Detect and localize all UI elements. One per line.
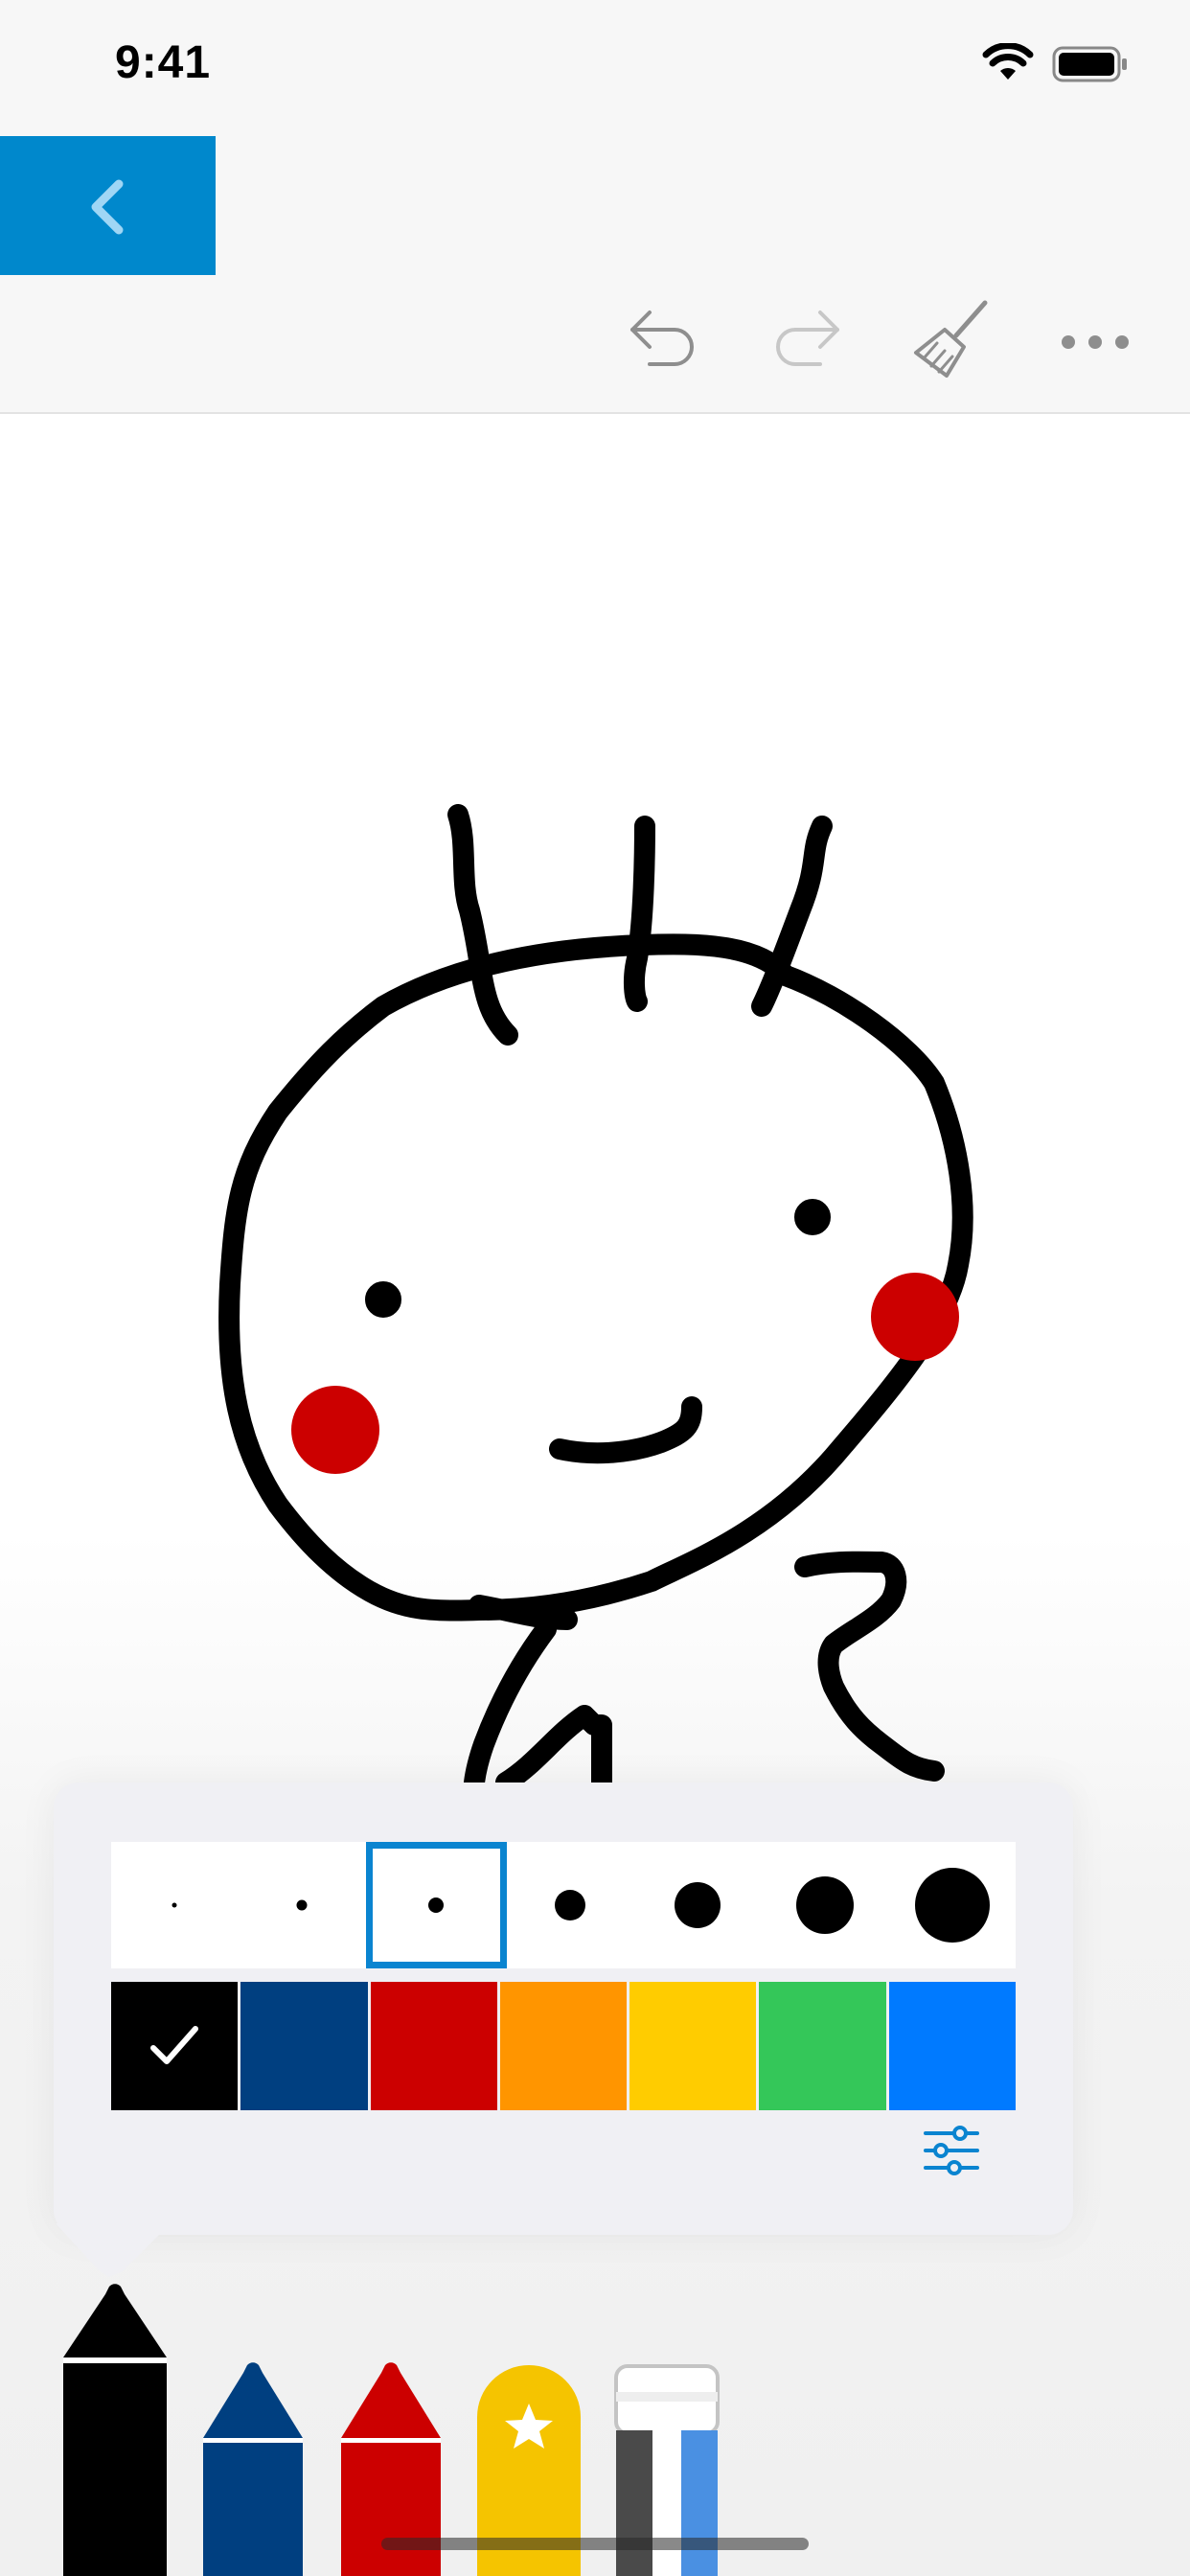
color-swatch-green[interactable]	[759, 1982, 886, 2110]
color-swatch-blue[interactable]	[888, 1982, 1016, 2110]
blue-pen[interactable]	[199, 2358, 307, 2576]
color-swatch-black[interactable]	[111, 1982, 239, 2110]
brush-size-4[interactable]	[507, 1842, 634, 1968]
sliders-icon[interactable]	[922, 2126, 981, 2175]
color-swatch-orange[interactable]	[499, 1982, 628, 2110]
color-swatch-red[interactable]	[370, 1982, 497, 2110]
color-picker	[111, 1982, 1016, 2110]
brush-size-2[interactable]	[239, 1842, 366, 1968]
brush-size-picker	[111, 1842, 1016, 1968]
brush-size-7[interactable]	[888, 1842, 1016, 1968]
home-indicator[interactable]	[381, 2538, 809, 2550]
color-swatch-yellow[interactable]	[629, 1982, 757, 2110]
brush-size-1[interactable]	[111, 1842, 239, 1968]
brush-size-5[interactable]	[633, 1842, 761, 1968]
color-swatch-dark-blue[interactable]	[240, 1982, 368, 2110]
drawing-strokes[interactable]	[0, 0, 1190, 1782]
brush-size-6[interactable]	[761, 1842, 888, 1968]
checkmark-icon	[150, 2026, 199, 2064]
brush-size-3[interactable]	[365, 1842, 507, 1968]
pen-tray	[0, 2271, 1190, 2576]
black-pen[interactable]	[61, 2271, 169, 2576]
